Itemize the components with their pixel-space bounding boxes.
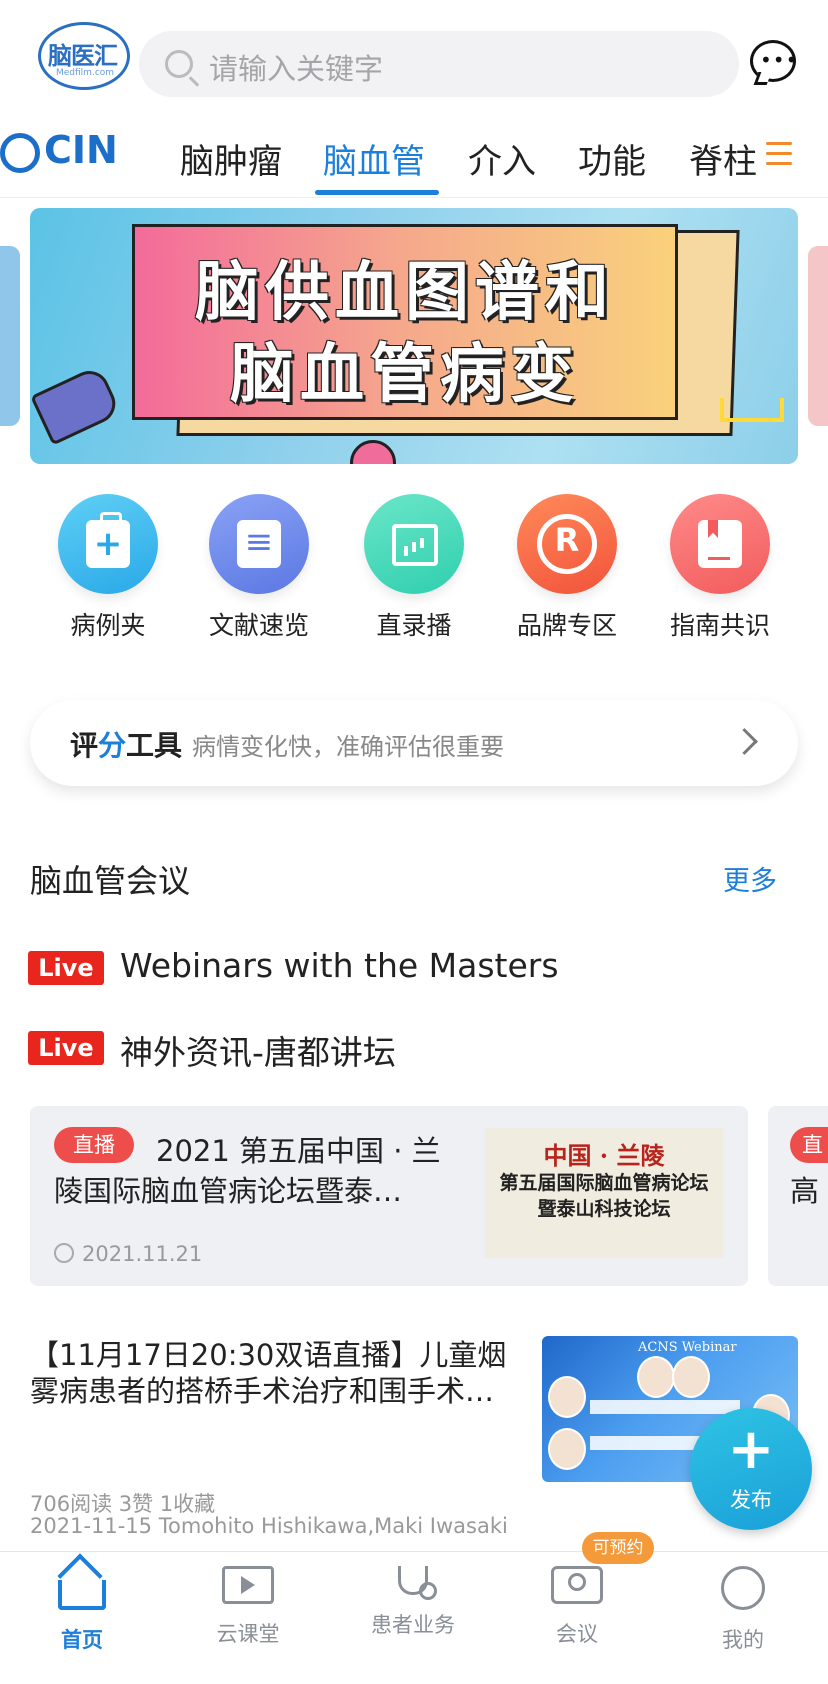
scoring-tool-desc: 病情变化快，准确评估很重要 [192, 733, 504, 761]
circle-decoration-icon [350, 440, 396, 464]
stethoscope-icon [398, 1566, 437, 1600]
active-tab-indicator [315, 190, 439, 195]
meeting-title-line-1: 2021 第五届中国 · 兰 [156, 1134, 441, 1168]
meeting-card-next[interactable]: 直 高 [768, 1106, 828, 1286]
live-badge: Live [28, 1031, 104, 1065]
publish-label: 发布 [730, 1488, 772, 1512]
publish-button[interactable]: + 发布 [690, 1408, 812, 1530]
nav-meetings[interactable]: 会议 [517, 1566, 637, 1648]
briefcase-plus-icon [58, 494, 158, 594]
meeting-title-partial: 高 [790, 1174, 820, 1208]
megaphone-icon [30, 364, 122, 446]
nav-label: 患者业务 [371, 1613, 455, 1637]
article-title[interactable]: 【11月17日20:30双语直播】儿童烟 雾病患者的搭桥手术治疗和围手术… [30, 1337, 525, 1409]
menu-icon[interactable] [766, 142, 792, 165]
nav-profile[interactable]: 我的 [683, 1566, 803, 1654]
registered-icon [517, 494, 617, 594]
bookmark-book-icon [670, 494, 770, 594]
quick-guidelines[interactable]: 指南共识 [660, 494, 780, 642]
quick-literature[interactable]: 文献速览 [199, 494, 319, 642]
live-badge: Live [28, 951, 104, 985]
chart-board-icon [364, 494, 464, 594]
cin-brand-tab[interactable]: CIN [0, 128, 118, 173]
quick-label: 品牌专区 [516, 611, 617, 640]
cin-logo-icon [0, 132, 40, 173]
speaker-photo [637, 1356, 675, 1398]
profile-icon [721, 1566, 765, 1610]
nav-home[interactable]: 首页 [22, 1566, 142, 1654]
bookable-badge: 可预约 [582, 1532, 654, 1564]
chevron-right-icon [731, 728, 758, 755]
message-icon[interactable]: ••• [750, 40, 797, 82]
app-logo: 脑医汇 Medfilm.com [38, 22, 130, 92]
quick-live-recorded[interactable]: 直录播 [354, 494, 474, 642]
tab-divider [0, 197, 828, 198]
thumbnail-title: ACNS Webinar [638, 1340, 737, 1355]
lightning-decoration-icon [720, 398, 784, 422]
live-item-title[interactable]: Webinars with the Masters [120, 946, 559, 985]
quick-label: 病例夹 [70, 611, 146, 640]
scoring-tool-title: 评分工具 [70, 729, 183, 762]
tab-cerebrovascular[interactable]: 脑血管 [323, 134, 425, 183]
meeting-card[interactable]: 直播 2021 第五届中国 · 兰 陵国际脑血管病论坛暨泰… 2021.11.2… [30, 1106, 748, 1286]
nav-label: 我的 [722, 1628, 764, 1652]
banner-line-2: 脑血管病变 [230, 338, 580, 412]
promo-banner[interactable]: 脑供血图谱和 脑血管病变 [30, 208, 798, 464]
banner-line-1: 脑供血图谱和 [195, 256, 615, 330]
nav-label: 首页 [61, 1628, 103, 1652]
scoring-tool-card[interactable]: 评分工具 病情变化快，准确评估很重要 [30, 700, 798, 786]
quick-label: 直录播 [376, 611, 452, 640]
speaker-photo [548, 1428, 586, 1470]
video-play-icon [222, 1566, 274, 1604]
section-title: 脑血管会议 [30, 862, 191, 900]
search-placeholder: 请输入关键字 [209, 52, 384, 86]
tab-spine[interactable]: 脊柱 [689, 134, 757, 183]
document-icon [209, 494, 309, 594]
quick-case-folder[interactable]: 病例夹 [48, 494, 168, 642]
more-link[interactable]: 更多 [723, 859, 777, 898]
live-status-badge: 直 [790, 1127, 828, 1163]
search-bar[interactable]: 请输入关键字 [139, 31, 739, 97]
article-byline: 2021-11-15 Tomohito Hishikawa,Maki Iwasa… [30, 1514, 508, 1538]
banner-prev-peek[interactable] [0, 246, 20, 426]
quick-label: 文献速览 [208, 611, 309, 640]
tab-functional[interactable]: 功能 [578, 134, 646, 183]
logo-text: 脑医汇 [48, 42, 118, 70]
meeting-date: 2021.11.21 [54, 1242, 202, 1266]
plus-icon: + [727, 1417, 775, 1482]
meeting-poster: 中国 · 兰陵 第五届国际脑血管病论坛 暨泰山科技论坛 [485, 1128, 723, 1258]
nav-cloud-class[interactable]: 云课堂 [188, 1566, 308, 1648]
quick-brand-zone[interactable]: 品牌专区 [507, 494, 627, 642]
thumbnail-text-row [590, 1400, 740, 1414]
tab-brain-tumor[interactable]: 脑肿瘤 [180, 134, 282, 183]
live-status-badge: 直播 [54, 1127, 134, 1163]
home-icon [58, 1580, 106, 1610]
tab-interventional[interactable]: 介入 [468, 134, 536, 183]
search-icon [165, 50, 193, 78]
meeting-title-line-2: 陵国际脑血管病论坛暨泰… [54, 1174, 403, 1208]
bottom-nav: 首页 云课堂 患者业务 会议 我的 [0, 1551, 828, 1684]
banner-next-peek[interactable] [808, 246, 828, 426]
speaker-photo [672, 1356, 710, 1398]
nav-label: 会议 [556, 1622, 598, 1646]
nav-patient-business[interactable]: 患者业务 [353, 1566, 473, 1639]
speaker-photo [548, 1376, 586, 1418]
cin-label: CIN [44, 128, 118, 172]
nav-label: 云课堂 [216, 1622, 280, 1646]
clock-icon [54, 1243, 74, 1263]
live-item-title[interactable]: 神外资讯-唐都讲坛 [120, 1026, 396, 1074]
quick-label: 指南共识 [669, 611, 770, 640]
meeting-icon [551, 1566, 603, 1604]
logo-subtext: Medfilm.com [56, 68, 115, 78]
banner-card: 脑供血图谱和 脑血管病变 [132, 224, 678, 420]
